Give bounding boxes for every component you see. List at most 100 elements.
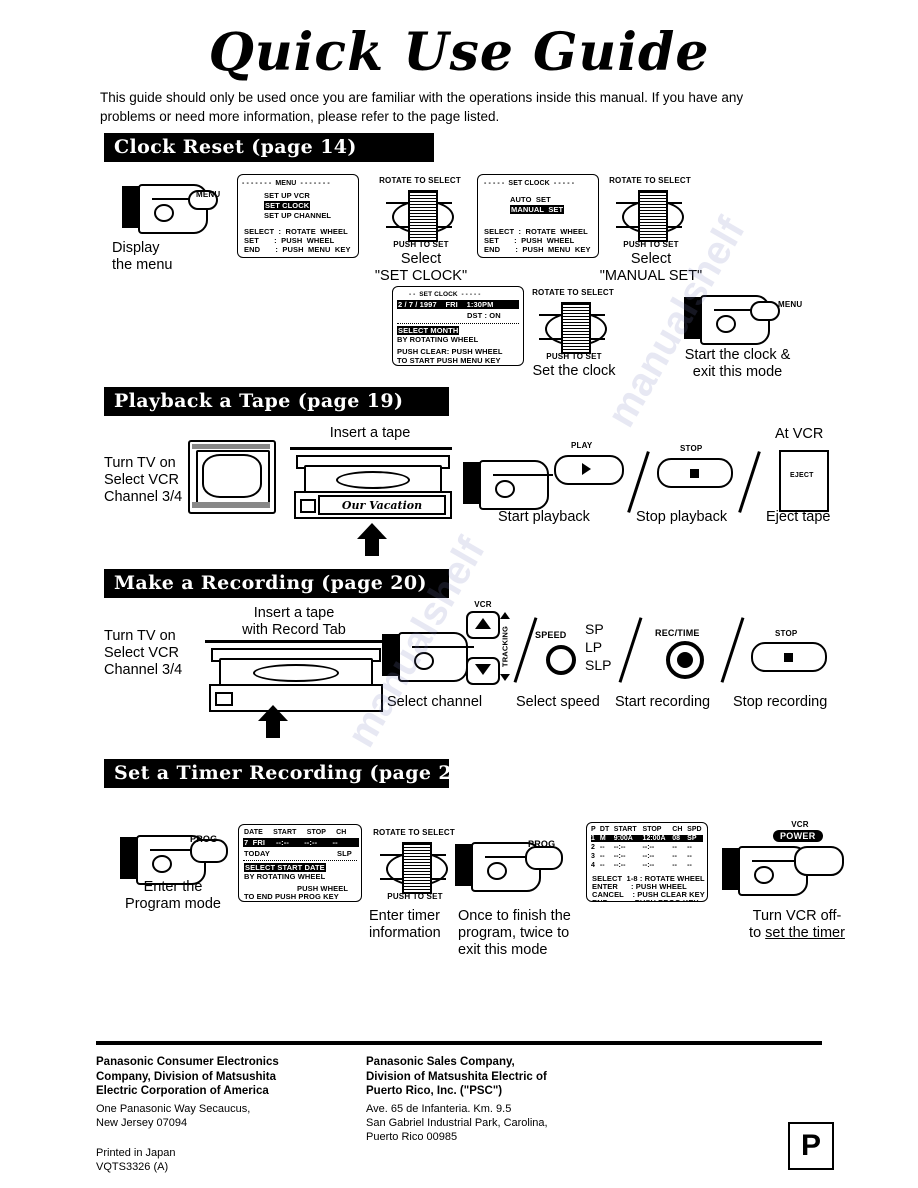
caption-once-to-finish: Once to finish the program, twice to exi… bbox=[458, 908, 571, 958]
wheel3-top-label: ROTATE TO SELECT bbox=[532, 288, 614, 297]
separator-slash-2 bbox=[738, 451, 761, 513]
osd-list-header-0: P bbox=[591, 826, 596, 833]
hand-pressing-prog-illustration bbox=[120, 833, 250, 885]
osd-manual-hint-4: TO START PUSH MENU KEY bbox=[397, 356, 501, 365]
vcr-label-recording: VCR bbox=[474, 600, 492, 609]
caption-select-channel: Select channel bbox=[387, 694, 483, 710]
insert-arrow-icon bbox=[356, 523, 388, 557]
vcr-power-button[interactable]: POWER bbox=[773, 830, 823, 842]
osd-list-header-1: DT bbox=[599, 826, 610, 833]
osd-list-header-4: CH bbox=[672, 826, 683, 833]
hand-pressing-menu-illustration-2 bbox=[684, 293, 784, 345]
footer-right-company: Panasonic Sales Company, Division of Mat… bbox=[366, 1056, 547, 1097]
channel-up-button[interactable] bbox=[466, 611, 500, 639]
osd-list-row-0-cell-2: 9:00A bbox=[613, 835, 633, 842]
remote-menu-label-2: MENU bbox=[778, 300, 803, 309]
footer-left-company: Panasonic Consumer Electronics Company, … bbox=[96, 1056, 279, 1097]
stop-button-label-recording: STOP bbox=[775, 629, 798, 638]
caption-turn-vcr-off-line1: Turn VCR off- bbox=[752, 908, 842, 924]
jog-wheel-icon-3 bbox=[539, 300, 609, 354]
osd-prog-hint-2: BY ROTATING WHEEL bbox=[244, 872, 326, 881]
channel-down-button[interactable] bbox=[466, 657, 500, 685]
prog-button-label-1: PROG bbox=[190, 834, 218, 844]
speed-option-sp: SP bbox=[585, 621, 604, 637]
tracking-label-wrap: TRACKING bbox=[498, 612, 512, 682]
osd-list-legend-3: END : PUSH PROG KEY bbox=[592, 898, 699, 901]
stop-button-playback[interactable] bbox=[657, 458, 733, 488]
osd-set-clock-legend-0: SELECT : ROTATE WHEEL bbox=[484, 227, 588, 236]
osd-manual-datetime: 2 / 7 / 1997 FRI 1:30PM bbox=[397, 300, 519, 310]
quick-use-guide-page: Quick Use Guide This guide should only b… bbox=[0, 0, 918, 1188]
tracking-label: TRACKING bbox=[500, 625, 510, 668]
caption-eject-tape: Eject tape bbox=[766, 509, 831, 525]
osd-menu-item-1-selected: SET CLOCK bbox=[264, 201, 311, 211]
osd-list-row-2-cell-4: -- bbox=[672, 853, 677, 860]
osd-list-header-row: P DT START STOP CH SPD bbox=[591, 826, 703, 833]
osd-manual-hint-1: SELECT MONTH bbox=[397, 326, 460, 336]
prog-button-label-2: PROG bbox=[528, 839, 556, 849]
osd-set-clock-item-0: AUTO SET bbox=[510, 195, 551, 204]
osd-list-row-2-cell-2: --:-- bbox=[613, 853, 626, 860]
osd-prog-row: 7 FRI --:-- --:-- -- bbox=[243, 838, 359, 848]
caption-enter-timer-info: Enter timer information bbox=[369, 908, 441, 941]
osd-list-header-2: START bbox=[613, 826, 637, 833]
osd-prog-hint-1: SELECT START DATE bbox=[244, 863, 326, 873]
osd-prog-today: TODAY bbox=[244, 849, 270, 858]
speed-button[interactable] bbox=[546, 645, 576, 675]
wheel2-bottom-label: PUSH TO SET bbox=[623, 240, 679, 249]
wheel3-bottom-label: PUSH TO SET bbox=[546, 352, 602, 361]
osd-prog-hint-4: TO END PUSH PROG KEY bbox=[244, 892, 339, 901]
separator-slash-3 bbox=[513, 617, 538, 683]
osd-set-clock-item-1-selected: MANUAL SET bbox=[510, 205, 565, 215]
panasonic-p-mark: P bbox=[788, 1122, 834, 1170]
osd-list-row-3-cell-4: -- bbox=[672, 862, 677, 869]
osd-set-clock-legend-1: SET : PUSH WHEEL bbox=[484, 236, 575, 245]
osd-list-row-2-cell-0: 3 bbox=[591, 853, 595, 860]
jog-wheel-icon-2 bbox=[616, 188, 686, 242]
television-illustration bbox=[188, 440, 276, 514]
speed-options: SP LP SLP bbox=[585, 620, 611, 674]
rec-time-label: REC/TIME bbox=[655, 628, 700, 638]
stop-button-recording[interactable] bbox=[751, 642, 827, 672]
osd-menu-legend-0: SELECT : ROTATE WHEEL bbox=[244, 227, 348, 236]
osd-menu-item-0: SET UP VCR bbox=[264, 191, 310, 200]
osd-list-row-0-cell-5: SP bbox=[687, 835, 697, 842]
osd-set-clock-legend-2: END : PUSH MENU KEY bbox=[484, 245, 591, 254]
osd-list-row-3: 4 -- --:-- --:-- -- -- bbox=[591, 862, 703, 869]
caption-start-playback: Start playback bbox=[498, 509, 590, 525]
osd-list-row-3-cell-3: --:-- bbox=[642, 862, 655, 869]
osd-list-row-2-cell-3: --:-- bbox=[642, 853, 655, 860]
osd-list-row-3-cell-1: -- bbox=[599, 862, 605, 869]
intro-paragraph: This guide should only be used once you … bbox=[100, 90, 744, 124]
section-banner-recording: Make a Recording (page 20) bbox=[104, 569, 449, 598]
footer-printed-in-japan: Printed in Japan VQTS3326 (A) bbox=[96, 1147, 176, 1173]
separator-slash-4 bbox=[618, 617, 643, 683]
section-banner-timer: Set a Timer Recording (page 22) bbox=[104, 759, 475, 788]
caption-insert-a-tape-playback: Insert a tape bbox=[329, 425, 411, 441]
caption-stop-recording: Stop recording bbox=[733, 694, 828, 710]
osd-list-row-0-cell-0: 1 bbox=[591, 835, 595, 842]
eject-button-label: EJECT bbox=[790, 472, 814, 479]
speed-option-slp: SLP bbox=[585, 657, 612, 673]
caption-start-clock-exit: Start the clock & exit this mode bbox=[684, 347, 791, 380]
osd-menu-item-2: SET UP CHANNEL bbox=[264, 211, 332, 220]
rec-time-button[interactable] bbox=[666, 641, 704, 679]
osd-list-row-1-cell-1: -- bbox=[599, 844, 605, 851]
section-banner-playback: Playback a Tape (page 19) bbox=[104, 387, 449, 416]
vcr-cassette-slot-illustration: Our Vacation bbox=[290, 447, 452, 519]
caption-at-vcr: At VCR bbox=[775, 426, 824, 442]
caption-select-manual-set: Select "MANUAL SET" bbox=[599, 251, 703, 284]
osd-manual-header: - - SET CLOCK - - - - - bbox=[409, 291, 481, 298]
play-button-label: PLAY bbox=[571, 441, 593, 450]
caption-turn-tv-on-playback: Turn TV on Select VCR Channel 3/4 bbox=[104, 455, 183, 505]
eject-panel[interactable]: EJECT bbox=[779, 450, 829, 512]
caption-insert-tape-record-tab: Insert a tape with Record Tab bbox=[242, 605, 346, 638]
osd-menu-header: - - - - - - - MENU - - - - - - - bbox=[242, 180, 330, 187]
osd-prog-speed: SLP bbox=[337, 849, 352, 858]
play-button[interactable] bbox=[554, 455, 624, 485]
wheel4-bottom-label: PUSH TO SET bbox=[387, 892, 443, 901]
osd-list-row-2: 3 -- --:-- --:-- -- -- bbox=[591, 853, 703, 860]
osd-list-header-3: STOP bbox=[642, 826, 662, 833]
osd-prog-columns: DATE START STOP CH bbox=[244, 829, 347, 836]
cassette-label: Our Vacation bbox=[318, 495, 446, 515]
